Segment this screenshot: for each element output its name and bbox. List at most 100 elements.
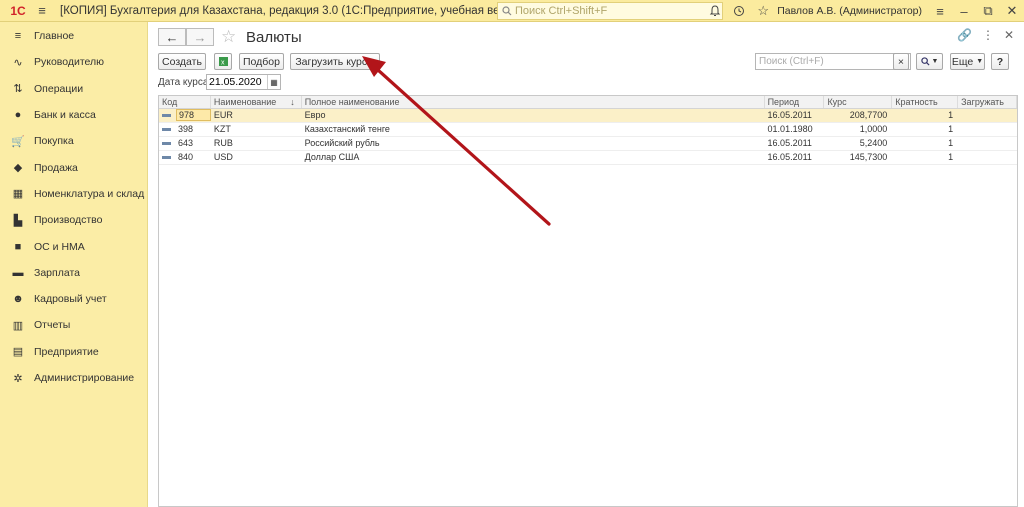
truck-icon: ■ <box>14 240 22 253</box>
sidebar-item-label: ОС и НМА <box>34 240 85 253</box>
sidebar-item[interactable]: ◆ Продажа <box>0 154 147 180</box>
close-form-icon[interactable]: ✕ <box>1004 28 1014 42</box>
cell-period: 16.05.2011 <box>767 110 812 120</box>
sidebar-item[interactable]: ☻ Кадровый учет <box>0 286 147 312</box>
sidebar-item-label: Администрирование <box>34 372 135 384</box>
sidebar-item-label: Главное <box>34 30 75 43</box>
forward-button[interactable]: → <box>186 28 214 46</box>
cell-multiplicity: 1 <box>948 152 954 162</box>
col-rate-header[interactable]: Курс <box>824 96 893 108</box>
col-multiplicity-header[interactable]: Кратность <box>892 96 959 108</box>
cell-name: KZT <box>213 124 231 134</box>
cell-full-name: Российский рубль <box>304 138 380 148</box>
excel-export-button[interactable]: x <box>214 53 232 70</box>
link-icon[interactable]: 🔗 <box>957 28 972 42</box>
sort-down-icon: ↓ <box>290 97 295 107</box>
restore-icon[interactable]: ⧉ <box>976 0 1000 22</box>
cell-period: 01.01.1980 <box>767 124 813 134</box>
global-search[interactable] <box>497 2 723 20</box>
more-button[interactable]: Еще ▼ <box>950 53 985 70</box>
date-label: Дата курса: <box>158 77 212 88</box>
sales-icon: ◆ <box>13 162 23 175</box>
cell-multiplicity: 1 <box>948 124 954 134</box>
sidebar-item[interactable]: ▙ Производство <box>0 207 147 233</box>
clear-search-button[interactable]: × <box>893 53 909 70</box>
minimize-icon[interactable]: – <box>952 0 976 22</box>
close-icon[interactable]: ✕ <box>1000 0 1024 22</box>
history-icon[interactable] <box>727 0 751 22</box>
menu-icon: ≡ <box>14 30 22 43</box>
sidebar-item-label: Кадровый учет <box>34 293 107 306</box>
sidebar-item-label: Предприятие <box>34 345 99 358</box>
help-button[interactable]: ? <box>991 53 1009 70</box>
more-label: Еще <box>951 55 974 68</box>
cell-code: 978 <box>159 109 211 122</box>
col-fullname-header[interactable]: Полное наименование <box>302 96 765 108</box>
sidebar-item[interactable]: ▥ Отчеты <box>0 312 147 338</box>
cell-period: 16.05.2011 <box>767 152 812 162</box>
settings-menu-icon[interactable]: ≡ <box>928 0 952 22</box>
bar-chart-icon: ▥ <box>12 319 24 332</box>
table-row[interactable]: 978 EUR Евро 16.05.2011 208,7700 1 <box>159 109 1017 123</box>
sidebar-item-label: Производство <box>34 214 103 227</box>
chevron-down-icon: ▼ <box>976 58 984 65</box>
row-marker-icon <box>162 128 171 132</box>
col-load-header[interactable]: Загружать <box>958 96 1017 108</box>
favorites-star-icon[interactable]: ☆ <box>751 0 775 22</box>
row-marker-icon <box>162 156 171 160</box>
people-icon: ☻ <box>12 293 24 306</box>
title-bar: 1С ≡ [КОПИЯ] Бухгалтерия для Казахстана,… <box>0 0 1024 22</box>
sidebar-item[interactable]: ▬ Зарплата <box>0 260 147 286</box>
more-vertical-icon[interactable]: ⋮ <box>982 28 994 42</box>
favorite-star-icon[interactable]: ☆ <box>221 27 236 47</box>
main-menu-icon[interactable]: ≡ <box>30 0 54 22</box>
salary-icon: ▬ <box>12 266 24 279</box>
cart-icon: 🛒 <box>11 135 25 148</box>
col-name-header[interactable]: Наименование ↓ <box>211 96 302 108</box>
col-period-header[interactable]: Период <box>765 96 825 108</box>
sidebar-item[interactable]: 🛒 Покупка <box>0 128 147 154</box>
search-options-button[interactable]: ▼ <box>916 53 943 70</box>
sidebar-item-label: Покупка <box>34 135 74 148</box>
bell-icon[interactable] <box>703 0 727 22</box>
sidebar-item[interactable]: ⇅ Операции <box>0 76 147 102</box>
search-icon <box>920 57 930 66</box>
sidebar-item[interactable]: ● Банк и касса <box>0 102 147 128</box>
date-field[interactable]: ▦ <box>206 74 281 90</box>
chevron-down-icon: ▼ <box>931 58 939 65</box>
calendar-icon[interactable]: ▦ <box>267 75 280 89</box>
sidebar-item[interactable]: ∿ Руководителю <box>0 49 147 75</box>
factory-icon: ▙ <box>13 214 23 227</box>
global-search-input[interactable] <box>515 5 715 17</box>
table-row[interactable]: 398 KZT Казахстанский тенге 01.01.1980 1,000… <box>159 123 1017 137</box>
cell-period: 16.05.2011 <box>767 138 812 148</box>
sidebar: ≡ Главное ∿ Руководителю ⇅ Операции ● Банк и ка… <box>0 22 148 507</box>
sidebar-item-label: Операции <box>34 82 84 95</box>
user-name[interactable]: Павлов А.В. (Администратор) <box>777 5 922 17</box>
sidebar-item[interactable]: ✲ Администрирование <box>0 365 147 391</box>
sidebar-item[interactable]: ■ ОС и НМА <box>0 233 147 259</box>
table-row[interactable]: 840 USD Доллар США 16.05.2011 145,7300 1 <box>159 151 1017 165</box>
cell-rate: 1,0000 <box>859 124 888 134</box>
create-button[interactable]: Создать <box>158 53 206 70</box>
sidebar-item[interactable]: ≡ Главное <box>0 23 147 49</box>
cell-name: USD <box>213 152 233 162</box>
table-row[interactable]: 643 RUB Российский рубль 16.05.2011 5,2400 1 <box>159 137 1017 151</box>
selection-button[interactable]: Подбор <box>239 53 284 70</box>
load-rates-button[interactable]: Загрузить курсы <box>290 53 380 70</box>
sidebar-item-label: Номенклатура и склад <box>34 187 145 200</box>
chart-line-icon: ∿ <box>13 56 23 69</box>
back-button[interactable]: ← <box>158 28 186 46</box>
building-icon: ▤ <box>12 346 24 359</box>
sidebar-item[interactable]: ▦ Номенклатура и склад <box>0 181 147 207</box>
list-search-input[interactable] <box>756 56 894 67</box>
gear-icon: ✲ <box>13 372 23 385</box>
date-input[interactable] <box>207 76 267 88</box>
col-code-header[interactable]: Код <box>159 96 211 108</box>
sidebar-item[interactable]: ▤ Предприятие <box>0 339 147 365</box>
row-marker-icon <box>162 142 171 146</box>
operations-icon: ⇅ <box>13 83 23 96</box>
cell-load <box>958 123 1017 136</box>
excel-icon: x <box>218 57 228 67</box>
list-search[interactable] <box>755 53 911 70</box>
